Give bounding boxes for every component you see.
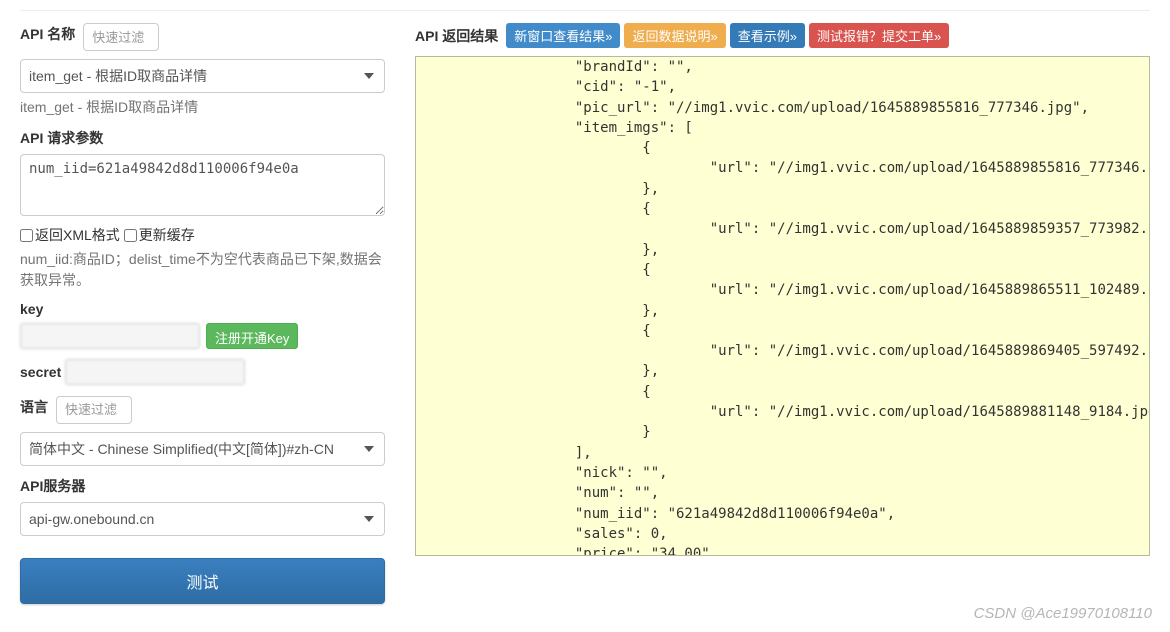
server-label: API服务器 bbox=[20, 476, 85, 496]
left-panel: API 名称 item_get - 根据ID取商品详情 item_get - 根… bbox=[20, 15, 385, 604]
params-help: num_iid:商品ID；delist_time不为空代表商品已下架,数据会获取… bbox=[20, 249, 385, 291]
key-input[interactable] bbox=[20, 323, 200, 349]
watermark: CSDN @Ace19970108110 bbox=[974, 605, 1152, 622]
api-name-help: item_get - 根据ID取商品详情 bbox=[20, 97, 385, 118]
xml-checkbox[interactable] bbox=[20, 229, 33, 242]
report-error-button[interactable]: 测试报错？提交工单» bbox=[809, 23, 949, 48]
xml-checkbox-label[interactable]: 返回XML格式 bbox=[20, 225, 120, 245]
lang-select[interactable]: 简体中文 - Chinese Simplified(中文[简体])#zh-CN bbox=[20, 432, 385, 466]
lang-label: 语言 bbox=[20, 397, 48, 417]
secret-input[interactable] bbox=[65, 359, 245, 385]
refresh-checkbox[interactable] bbox=[124, 229, 137, 242]
return-desc-button[interactable]: 返回数据说明» bbox=[624, 23, 725, 48]
api-name-select[interactable]: item_get - 根据ID取商品详情 bbox=[20, 59, 385, 93]
register-key-button[interactable]: 注册开通Key bbox=[206, 323, 298, 349]
params-label: API 请求参数 bbox=[20, 128, 103, 148]
test-button[interactable]: 测试 bbox=[20, 558, 385, 604]
params-textarea[interactable]: num_iid=621a49842d8d110006f94e0a bbox=[20, 154, 385, 216]
right-panel: API 返回结果 新窗口查看结果» 返回数据说明» 查看示例» 测试报错？提交工… bbox=[415, 15, 1150, 604]
view-example-button[interactable]: 查看示例» bbox=[730, 23, 805, 48]
server-select[interactable]: api-gw.onebound.cn bbox=[20, 502, 385, 536]
new-window-button[interactable]: 新窗口查看结果» bbox=[506, 23, 620, 48]
lang-filter-input[interactable] bbox=[56, 396, 132, 424]
result-output[interactable]: "brandId": "", "cid": "-1", "pic_url": "… bbox=[415, 56, 1150, 556]
key-label: key bbox=[20, 301, 43, 317]
api-name-filter-input[interactable] bbox=[83, 23, 159, 51]
refresh-checkbox-label[interactable]: 更新缓存 bbox=[124, 225, 195, 245]
result-title: API 返回结果 bbox=[415, 26, 498, 46]
api-name-label: API 名称 bbox=[20, 24, 75, 44]
secret-label: secret bbox=[20, 364, 61, 380]
